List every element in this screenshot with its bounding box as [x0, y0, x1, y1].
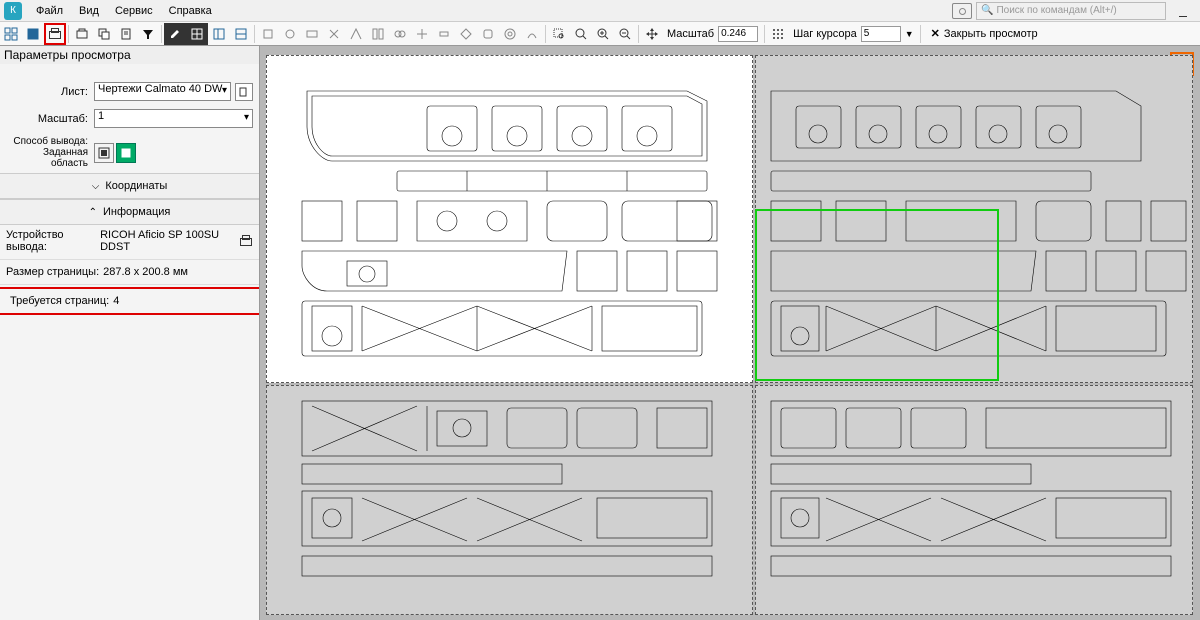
preview-parameters-panel: Параметры просмотра Лист: Чертежи Calmat…	[0, 46, 260, 620]
tool-i-icon[interactable]	[433, 23, 455, 45]
grid-1-icon[interactable]	[22, 23, 44, 45]
tool-d-icon[interactable]	[323, 23, 345, 45]
cursor-step-icon[interactable]	[767, 23, 789, 45]
output-mode-region[interactable]	[116, 143, 136, 163]
menu-view[interactable]: Вид	[71, 3, 107, 19]
preview-canvas[interactable]	[260, 46, 1200, 620]
zoom-window-icon[interactable]	[548, 23, 570, 45]
sheet-select[interactable]: Чертежи Calmato 40 DW	[94, 82, 231, 101]
menu-file[interactable]: Файл	[28, 3, 71, 19]
tool-l-icon[interactable]	[499, 23, 521, 45]
tool-h-icon[interactable]	[411, 23, 433, 45]
grid-4-icon[interactable]	[0, 23, 22, 45]
tool-c-icon[interactable]	[301, 23, 323, 45]
table-icon[interactable]	[186, 23, 208, 45]
filter-icon[interactable]	[137, 23, 159, 45]
pages-needed-info: Требуется страниц: 4	[4, 291, 255, 311]
cursor-step-label: Шаг курсора ▼	[789, 26, 918, 42]
tool-f-icon[interactable]	[367, 23, 389, 45]
cursor-step-input[interactable]	[861, 26, 901, 42]
print-region-icon[interactable]	[71, 23, 93, 45]
camera-icon[interactable]	[952, 3, 972, 19]
app-icon: К	[4, 2, 22, 20]
menu-service[interactable]: Сервис	[107, 3, 161, 19]
tool-m-icon[interactable]	[521, 23, 543, 45]
copy-icon[interactable]	[93, 23, 115, 45]
scale-label: Масштаб	[663, 26, 762, 42]
close-preview-button[interactable]: ✕ Закрыть просмотр	[923, 27, 1046, 40]
output-label: Способ вывода:	[6, 136, 88, 147]
tool-k-icon[interactable]	[477, 23, 499, 45]
sheet-doc-button[interactable]	[235, 83, 253, 101]
preview-page-3	[266, 385, 753, 615]
pan-icon[interactable]	[641, 23, 663, 45]
pages-needed-highlight: Требуется страниц: 4	[0, 287, 260, 315]
panel-title: Параметры просмотра	[0, 46, 259, 64]
command-search-input[interactable]: 🔍 Поиск по командам (Alt+/)	[976, 2, 1166, 20]
sheet-label: Лист:	[6, 86, 88, 98]
tool-b-icon[interactable]	[279, 23, 301, 45]
preview-page-1	[266, 55, 753, 383]
scale-input[interactable]	[718, 26, 758, 42]
minimize-button[interactable]	[1170, 2, 1196, 20]
output-mode-full[interactable]	[94, 143, 114, 163]
layout-icon[interactable]	[208, 23, 230, 45]
scale-select[interactable]: 1	[94, 109, 253, 128]
zoom-in-icon[interactable]	[592, 23, 614, 45]
tool-a-icon[interactable]	[257, 23, 279, 45]
menu-bar: К Файл Вид Сервис Справка 🔍 Поиск по ком…	[0, 0, 1200, 22]
output-sub-label: Заданная область	[6, 147, 88, 169]
scale-label: Масштаб:	[6, 113, 88, 125]
page-size-info: Размер страницы: 287.8 x 200.8 мм	[0, 262, 259, 282]
chevron-up-icon: ⌃	[89, 207, 97, 218]
info-section-header[interactable]: ⌃ Информация	[0, 199, 259, 225]
tool-j-icon[interactable]	[455, 23, 477, 45]
selected-region-rect[interactable]	[755, 209, 999, 381]
page-icon[interactable]	[115, 23, 137, 45]
zoom-out-icon[interactable]	[614, 23, 636, 45]
main-toolbar: Масштаб Шаг курсора ▼ ✕ Закрыть просмотр	[0, 22, 1200, 46]
printer-icon[interactable]	[239, 235, 253, 247]
tool-g-icon[interactable]	[389, 23, 411, 45]
search-icon: 🔍	[981, 5, 993, 16]
chevron-down-icon[interactable]: ▼	[905, 29, 914, 39]
coords-section-header[interactable]: ⌵ Координаты	[0, 173, 259, 199]
preview-page-4	[755, 385, 1193, 615]
close-icon: ✕	[931, 27, 940, 40]
menu-help[interactable]: Справка	[161, 3, 220, 19]
pencil-icon[interactable]	[164, 23, 186, 45]
chevron-down-icon: ⌵	[92, 181, 100, 192]
device-info: Устройство вывода: RICOH Aficio SP 100SU…	[0, 225, 259, 257]
zoom-fit-icon[interactable]	[570, 23, 592, 45]
split-icon[interactable]	[230, 23, 252, 45]
tool-e-icon[interactable]	[345, 23, 367, 45]
print-button[interactable]	[44, 23, 66, 45]
